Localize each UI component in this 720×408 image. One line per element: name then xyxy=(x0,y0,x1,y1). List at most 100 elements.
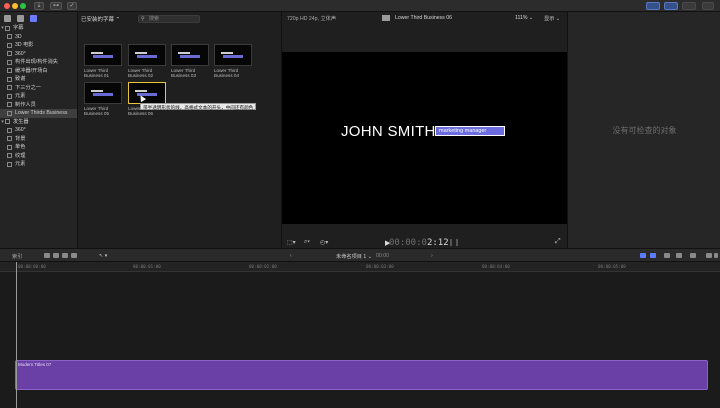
transform-icon[interactable]: ⬚▾ xyxy=(287,239,296,246)
sidebar-item-label: 致谢 xyxy=(15,76,26,82)
photos-audio-icon[interactable] xyxy=(17,15,24,22)
zoom-window-button[interactable] xyxy=(20,3,26,9)
project-name[interactable]: 未命名项目 1 ⌄ xyxy=(336,253,372,260)
timeline-ruler[interactable]: 00:00:00:00 00:00:01:00 00:00:02:00 00:00:0… xyxy=(0,262,720,272)
search-placeholder: 搜索 xyxy=(149,16,160,22)
preview-text-shape xyxy=(91,52,103,54)
title-clip-thumbnail[interactable]: Lower Business 06 xyxy=(128,82,166,116)
title-name-text: JOHN SMITH xyxy=(341,123,436,140)
inspector-layout-toggle[interactable] xyxy=(682,2,696,10)
transitions-browser-icon[interactable] xyxy=(714,253,718,258)
sidebar-item[interactable]: ▾ 发生器 xyxy=(0,118,77,127)
title-clip-thumbnail[interactable]: Lower Third Business 03 xyxy=(171,44,209,78)
clip-label: Lower Third Business 02 xyxy=(128,68,166,78)
sidebar-item[interactable]: 制作人员 xyxy=(0,101,77,110)
sidebar-item[interactable]: 背景 xyxy=(0,135,77,144)
ruler-tick-label: 00:00:02:00 xyxy=(249,264,277,269)
subcategory-icon xyxy=(7,127,12,133)
subcategory-icon xyxy=(7,161,12,167)
sidebar-item[interactable]: 构件出现/构件消失 xyxy=(0,58,77,67)
crop-icon[interactable]: ⌕▾ xyxy=(304,239,310,246)
clip-label: Lower Third Business 04 xyxy=(214,68,252,78)
sidebar-item[interactable]: 元素 xyxy=(0,92,77,101)
audio-meter-icon xyxy=(450,239,458,246)
subcategory-icon xyxy=(7,42,12,48)
sidebar-item[interactable]: 360° xyxy=(0,126,77,135)
preview-bar-shape xyxy=(137,55,157,58)
fullscreen-icon[interactable]: ⤢ xyxy=(555,238,561,246)
playhead[interactable] xyxy=(16,262,17,408)
viewer-canvas[interactable]: JOHN SMITH marketing manager xyxy=(282,52,567,224)
search-input[interactable]: ⚲ 搜索 xyxy=(138,15,200,23)
clip-connect-icon[interactable] xyxy=(44,253,50,258)
clip-appearance-icon[interactable] xyxy=(676,253,682,258)
sidebar-item-label: 3D xyxy=(15,33,22,40)
clip-label-line2: Business 02 xyxy=(128,73,154,79)
back-arrow-icon[interactable]: ‹ xyxy=(290,253,292,259)
sidebar-item-label: 单色 xyxy=(15,144,26,150)
display-menu[interactable]: 显示 ⌄ xyxy=(544,15,560,22)
audio-skimming-icon[interactable] xyxy=(650,253,656,258)
viewer-footer: ⬚▾ ⌕▾ ◴▾ ▶ 00:00:02:12 ⤢ xyxy=(282,238,567,248)
sidebar-tree: ▾ 字幕 3D 3D 电影 360° 构件出现/构件消失 缓冲器/开场白 致谢 下三分之一 元素制… xyxy=(0,24,77,169)
background-tasks-icon[interactable]: ✓ xyxy=(67,2,77,10)
select-tool-icon[interactable]: ↖ ▾ xyxy=(99,253,107,259)
speed-icon[interactable]: ◴▾ xyxy=(320,239,328,246)
effects-browser-icon[interactable] xyxy=(706,253,712,258)
timeline[interactable]: 00:00:00:00 00:00:01:00 00:00:02:00 00:00:0… xyxy=(0,262,720,408)
title-role-bar: marketing manager xyxy=(435,126,505,136)
clip-append-icon[interactable] xyxy=(62,253,68,258)
sidebar-item[interactable]: 致谢 xyxy=(0,75,77,84)
title-clip-thumbnail[interactable]: Lower Third Business 05 xyxy=(84,82,122,116)
share-icon[interactable] xyxy=(702,2,714,10)
timeline-index-button[interactable]: 索引 xyxy=(12,253,22,260)
minimize-window-button[interactable] xyxy=(12,3,18,9)
title-clip-thumbnail[interactable]: Lower Third Business 01 xyxy=(84,44,122,78)
sidebar-item-label: 元素 xyxy=(15,161,26,167)
subcategory-icon xyxy=(7,34,12,40)
zoom-menu[interactable]: 111% ⌄ xyxy=(515,15,533,21)
timeline-clip[interactable]: Modern Titles 07 xyxy=(15,360,708,390)
sidebar-item-label: 360° xyxy=(15,127,26,133)
sidebar-item[interactable]: Lower Thirds Business xyxy=(0,109,77,118)
timecode-dim: 00:00:0 xyxy=(389,238,427,248)
forward-arrow-icon[interactable]: › xyxy=(431,253,433,259)
sidebar-item[interactable]: 缓冲器/开场白 xyxy=(0,67,77,76)
sidebar-item-label: 背景 xyxy=(15,135,26,142)
title-bar: ⇣ ⊶ ✓ xyxy=(0,0,720,12)
sidebar-item[interactable]: ▾ 字幕 xyxy=(0,24,77,33)
sidebar-item-label: 缓冲器/开场白 xyxy=(15,67,48,74)
clip-preview xyxy=(171,44,209,66)
clip-label: Lower Third Business 03 xyxy=(171,68,209,78)
clip-insert-icon[interactable] xyxy=(53,253,59,258)
keywords-icon[interactable]: ⊶ xyxy=(50,2,62,10)
timeline-clip-label: Modern Titles 07 xyxy=(18,362,52,367)
timecode-display: 00:00:02:12 xyxy=(389,238,449,248)
clip-label-line2: Business 06 xyxy=(128,111,154,117)
timeline-layout-toggle[interactable] xyxy=(664,2,678,10)
sidebar-item-label: 制作人员 xyxy=(15,101,36,108)
view-options-icon[interactable] xyxy=(690,253,696,258)
import-icon[interactable]: ⇣ xyxy=(34,2,44,10)
sidebar-item[interactable]: 下三分之一 xyxy=(0,84,77,93)
sidebar-item[interactable]: 3D 电影 xyxy=(0,41,77,50)
timeline-toolbar: 索引 ↖ ▾ ‹ 未命名项目 1 ⌄ 00:00 › xyxy=(0,248,720,262)
sidebar-item[interactable]: 纹理 xyxy=(0,152,77,161)
clip-overwrite-icon[interactable] xyxy=(71,253,77,258)
skimming-icon[interactable] xyxy=(640,253,646,258)
titles-generators-icon[interactable] xyxy=(30,15,37,22)
tooltip: 带半透明形状的线，高格式文本的开头，中间还有颜色 xyxy=(140,103,257,110)
close-window-button[interactable] xyxy=(4,3,10,9)
title-clip-thumbnail[interactable]: Lower Third Business 02 xyxy=(128,44,166,78)
clip-preview xyxy=(84,44,122,66)
ruler-tick-label: 00:00:01:00 xyxy=(133,264,161,269)
sidebar-item[interactable]: 360° xyxy=(0,50,77,59)
sidebar-item[interactable]: 3D xyxy=(0,33,77,42)
sidebar-item[interactable]: 单色 xyxy=(0,143,77,152)
headphones-icon[interactable] xyxy=(664,253,670,258)
libraries-icon[interactable] xyxy=(4,15,11,22)
sidebar-item[interactable]: 元素 xyxy=(0,160,77,169)
clip-label-line2: Business 01 xyxy=(84,73,110,79)
browser-layout-toggle[interactable] xyxy=(646,2,660,10)
title-clip-thumbnail[interactable]: Lower Third Business 04 xyxy=(214,44,252,78)
